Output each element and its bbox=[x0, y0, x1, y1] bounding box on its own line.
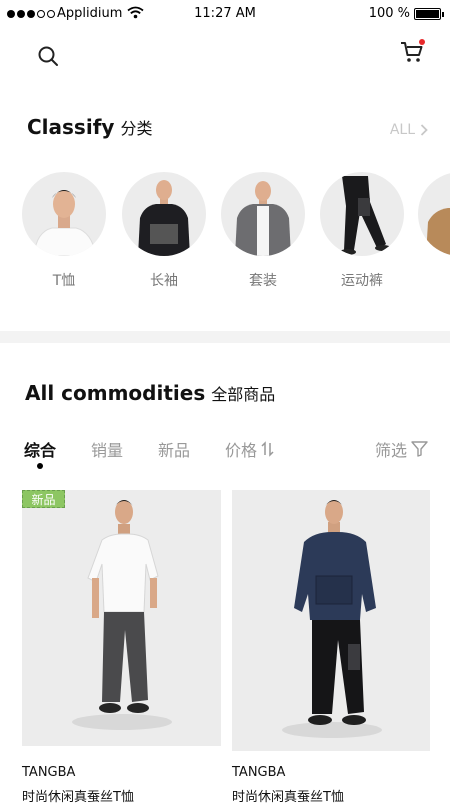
category-image-casual bbox=[418, 172, 450, 256]
category-image-tshirt bbox=[22, 172, 106, 256]
category-label: 运动裤 bbox=[341, 273, 383, 289]
active-tab-indicator bbox=[37, 463, 43, 469]
battery-icon bbox=[414, 8, 444, 20]
tab-new[interactable]: 新品 bbox=[158, 437, 190, 461]
category-label: 套装 bbox=[249, 273, 277, 289]
all-categories-link[interactable]: ALL bbox=[390, 122, 428, 138]
product-card[interactable]: TANGBA 时尚休闲真蚕丝T恤 bbox=[232, 490, 430, 805]
classify-section-title: Classify 分类 bbox=[27, 115, 152, 139]
new-badge: 新品 bbox=[22, 490, 65, 508]
tab-comprehensive[interactable]: 综合 bbox=[24, 437, 56, 461]
category-image-set bbox=[221, 172, 305, 256]
classify-title-en: Classify bbox=[27, 115, 115, 139]
product-brand: TANGBA bbox=[232, 765, 286, 780]
chevron-right-icon bbox=[420, 124, 428, 136]
tab-sales[interactable]: 销量 bbox=[91, 437, 123, 461]
all-label: ALL bbox=[389, 122, 415, 138]
product-brand: TANGBA bbox=[22, 765, 76, 780]
product-image bbox=[232, 490, 430, 751]
section-divider bbox=[0, 331, 450, 343]
category-item-set[interactable]: 套装 bbox=[221, 172, 305, 290]
status-bar: Applidium 11:27 AM 100 % bbox=[0, 0, 450, 30]
product-name: 时尚休闲真蚕丝T恤 bbox=[232, 790, 344, 805]
product-image: 新品 bbox=[22, 490, 221, 746]
product-card[interactable]: 新品 TANGBA 时尚休闲真蚕丝T恤 bbox=[22, 490, 221, 805]
sort-arrows-icon bbox=[261, 441, 274, 457]
product-grid: 新品 TANGBA 时尚休闲真蚕丝T恤 TANGBA 时尚休闲真蚕丝T恤 bbox=[0, 490, 450, 805]
category-image-long-sleeve bbox=[122, 172, 206, 256]
filter-button[interactable]: 筛选 bbox=[375, 437, 428, 461]
category-label: 休 bbox=[418, 270, 450, 290]
category-item-casual[interactable]: 休 bbox=[418, 172, 450, 290]
commodities-title-cn: 全部商品 bbox=[211, 385, 276, 404]
category-item-sweatpants[interactable]: 运动裤 bbox=[320, 172, 404, 290]
commodities-section-title: All commodities 全部商品 bbox=[25, 381, 275, 405]
filter-label: 筛选 bbox=[374, 441, 407, 460]
battery-percentage: 100 % bbox=[368, 6, 410, 21]
category-item-tshirt[interactable]: T恤 bbox=[22, 172, 106, 290]
filter-icon bbox=[411, 441, 428, 457]
commodities-title-en: All commodities bbox=[25, 381, 206, 405]
search-icon bbox=[38, 46, 58, 66]
search-button[interactable] bbox=[33, 41, 63, 71]
category-item-long-sleeve[interactable]: 长袖 bbox=[122, 172, 206, 290]
category-label: T恤 bbox=[52, 273, 76, 289]
classify-title-cn: 分类 bbox=[120, 119, 153, 138]
category-list[interactable]: T恤 长袖 套装 运动裤 bbox=[22, 172, 450, 292]
tab-price-label: 价格 bbox=[225, 441, 258, 460]
cart-button[interactable] bbox=[397, 37, 427, 67]
category-image-sweatpants bbox=[320, 172, 404, 256]
tab-price[interactable]: 价格 bbox=[225, 437, 275, 461]
product-name: 时尚休闲真蚕丝T恤 bbox=[22, 790, 134, 805]
category-label: 长袖 bbox=[150, 273, 178, 289]
cart-notification-dot bbox=[419, 39, 425, 45]
